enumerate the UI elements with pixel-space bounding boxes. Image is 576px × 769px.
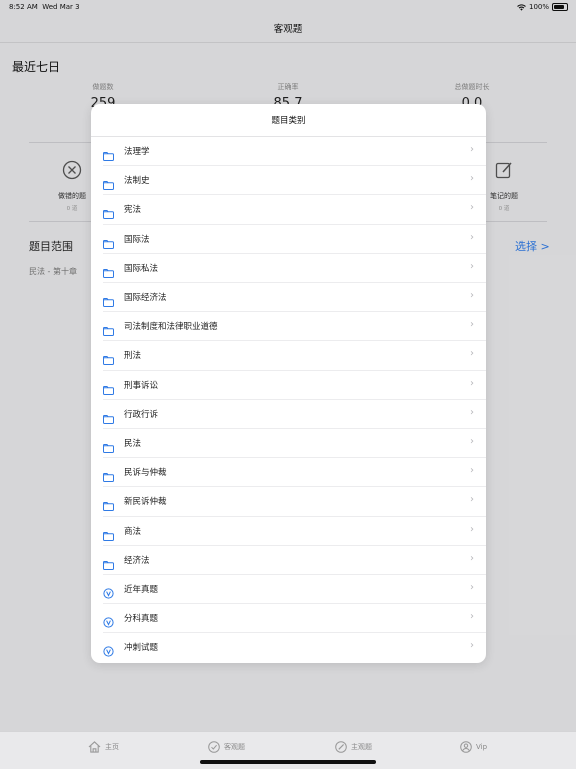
folder-icon [103, 321, 114, 337]
tab-label: 客观题 [224, 743, 245, 751]
category-row[interactable]: 法理学 › [91, 137, 486, 167]
tab-label: 主页 [105, 743, 119, 751]
folder-icon [103, 526, 114, 541]
folder-icon [103, 234, 114, 249]
category-row[interactable]: 民诉与仲裁 › [91, 458, 486, 488]
chevron-right-icon: › [470, 202, 474, 214]
chevron-right-icon: › [470, 523, 474, 535]
chevron-right-icon: › [470, 290, 474, 301]
category-label: 近年真题 [124, 585, 159, 595]
user-circle-icon [460, 741, 472, 753]
folder-icon [103, 438, 114, 453]
folder-icon [103, 204, 114, 220]
tab-label: 主观题 [351, 743, 372, 751]
category-label: 商法 [124, 526, 142, 537]
category-row[interactable]: 近年真题 › [91, 575, 486, 605]
category-label: 法制史 [124, 176, 150, 187]
category-label: 新民诉仲裁 [124, 497, 167, 508]
chevron-right-icon: › [470, 377, 474, 389]
chevron-right-icon: › [470, 231, 474, 243]
category-row[interactable]: 司法制度和法律职业道德 › [91, 312, 486, 342]
chevron-right-icon: › [470, 319, 474, 331]
chevron-right-icon: › [470, 552, 474, 564]
category-label: 刑事诉讼 [124, 380, 159, 391]
category-row[interactable]: 刑法 › [91, 341, 486, 371]
category-row[interactable]: 分科真题 › [91, 604, 486, 634]
folder-icon [103, 350, 114, 366]
vip-icon [103, 584, 114, 599]
category-row[interactable]: 冲刺试题 › [91, 633, 486, 662]
category-row[interactable]: 法制史 › [91, 166, 486, 196]
folder-icon [103, 496, 114, 512]
category-label: 民法 [124, 439, 142, 449]
tab-objective[interactable]: 客观题 [208, 741, 245, 753]
category-row[interactable]: 民法 › [91, 429, 486, 459]
chevron-right-icon: › [470, 260, 474, 272]
vip-icon [103, 613, 114, 628]
category-modal: 题目类别 法理学 › 法制史 › 宪法 › 国际法 › 国际私法 › 国际经济法 › 司法制度和法律职业… [91, 104, 486, 663]
tab-home[interactable]: 主页 [88, 741, 119, 753]
category-label: 法理学 [124, 147, 150, 157]
tab-subjective[interactable]: 主观题 [335, 741, 372, 753]
folder-icon [103, 292, 114, 307]
category-label: 国际私法 [124, 263, 159, 274]
folder-icon [103, 380, 114, 395]
home-icon [88, 741, 101, 753]
category-label: 宪法 [124, 205, 142, 216]
vip-icon [103, 642, 114, 657]
chevron-right-icon: › [470, 144, 474, 155]
modal-title: 题目类别 [271, 116, 306, 126]
chevron-right-icon: › [470, 494, 474, 506]
tab-label: Vip [476, 743, 488, 751]
category-row[interactable]: 新民诉仲裁 › [91, 487, 486, 517]
modal-header: 题目类别 [91, 104, 486, 137]
category-row[interactable]: 国际私法 › [91, 254, 486, 283]
category-row[interactable]: 行政行诉 › [91, 400, 486, 429]
category-label: 国际经济法 [124, 293, 167, 303]
check-circle-icon [208, 741, 220, 753]
category-row[interactable]: 宪法 › [91, 195, 486, 225]
category-label: 国际法 [124, 234, 150, 245]
category-label: 刑法 [124, 351, 142, 362]
tab-vip[interactable]: Vip [460, 741, 487, 753]
category-row[interactable]: 国际法 › [91, 225, 486, 254]
category-label: 行政行诉 [124, 409, 159, 420]
chevron-right-icon: › [470, 348, 474, 360]
chevron-right-icon: › [470, 465, 474, 477]
category-row[interactable]: 商法 › [91, 517, 486, 546]
folder-icon [103, 555, 114, 570]
category-label: 经济法 [124, 555, 150, 566]
category-label: 冲刺试题 [124, 643, 159, 654]
category-label: 司法制度和法律职业道德 [124, 322, 218, 333]
category-label: 民诉与仲裁 [124, 468, 167, 479]
chevron-right-icon: › [470, 173, 474, 185]
chevron-right-icon: › [470, 582, 474, 593]
category-row[interactable]: 经济法 › [91, 546, 486, 575]
category-label: 分科真题 [124, 614, 159, 625]
folder-icon [103, 146, 114, 161]
category-row[interactable]: 国际经济法 › [91, 283, 486, 313]
folder-icon [103, 467, 114, 483]
chevron-right-icon: › [470, 640, 474, 652]
category-row[interactable]: 刑事诉讼 › [91, 371, 486, 400]
pen-circle-icon [335, 741, 347, 753]
chevron-right-icon: › [470, 436, 474, 447]
chevron-right-icon: › [470, 406, 474, 418]
home-indicator [200, 760, 376, 764]
folder-icon [103, 263, 114, 278]
folder-icon [103, 175, 114, 191]
folder-icon [103, 409, 114, 424]
chevron-right-icon: › [470, 611, 474, 623]
